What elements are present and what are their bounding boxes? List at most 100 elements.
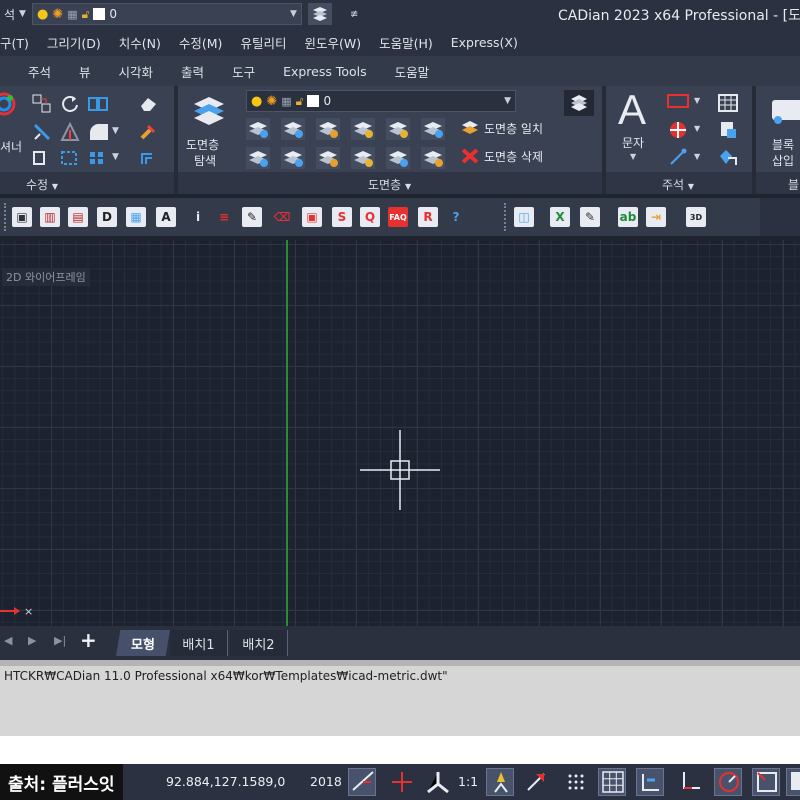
toolbar-grip[interactable] (504, 203, 506, 231)
annotation-scale[interactable]: 1:1 (458, 774, 478, 789)
array-icon[interactable] (60, 150, 80, 166)
purge-icon[interactable]: ⌫ (272, 207, 292, 227)
explode-icon[interactable] (138, 122, 160, 142)
dynamic-input-icon[interactable] (714, 768, 742, 796)
offset-icon[interactable] (138, 150, 158, 166)
layer-delete-button[interactable]: 도면층 삭제 (460, 147, 543, 165)
block-insert-button[interactable]: 블록 삽입 (760, 92, 800, 170)
menu-modify[interactable]: 수정(M) (170, 33, 232, 52)
layer-state-icon[interactable] (246, 147, 270, 169)
grid-toggle-icon[interactable] (598, 768, 626, 796)
panel-label-layer[interactable]: 도면층 ▼ (368, 176, 411, 193)
tab-express-tools[interactable]: Express Tools (269, 64, 381, 79)
coordinates-readout[interactable]: 92.884,127.1589,0 (166, 774, 285, 789)
eraser-icon[interactable] (138, 94, 160, 114)
chevron-down-icon[interactable]: ▼ (694, 124, 700, 133)
scale-icon[interactable] (60, 122, 80, 142)
info-icon[interactable]: i (188, 207, 208, 227)
layer-unisolate-icon[interactable] (281, 147, 305, 169)
osnap-toggle-icon[interactable] (388, 768, 416, 796)
tab-visualize[interactable]: 시각화 (105, 62, 168, 81)
tab-layout1[interactable]: 배치1 (170, 630, 228, 656)
menu-dimension[interactable]: 치수(N) (110, 33, 170, 52)
layer-thaw-icon[interactable] (386, 147, 410, 169)
register-icon[interactable]: R (418, 207, 438, 227)
raster-icon[interactable]: ▦ (126, 207, 146, 227)
plot-icon[interactable]: ▣ (302, 207, 322, 227)
add-layout-icon[interactable]: + (80, 628, 97, 652)
mirror-icon[interactable] (88, 94, 108, 114)
help-icon[interactable]: ? (446, 207, 466, 227)
selection-cycle-icon[interactable] (752, 768, 780, 796)
tab-scroll-right-icon[interactable]: ▶ (28, 634, 36, 647)
field-icon[interactable] (718, 120, 738, 140)
ortho-toggle-icon[interactable] (348, 768, 376, 796)
excel-icon[interactable]: X (550, 207, 570, 227)
toolbar-grip[interactable] (4, 203, 6, 231)
text-button[interactable]: A 문자 ▼ (612, 86, 660, 170)
tab-annotate[interactable]: 주석 (0, 62, 65, 81)
layer-lock-icon[interactable] (351, 118, 375, 140)
viewport-style-label[interactable]: 2D 와이어프레임 (2, 268, 90, 286)
leader-icon[interactable] (668, 148, 688, 166)
menu-help[interactable]: 도움말(H) (370, 33, 442, 52)
markup-icon[interactable] (718, 148, 738, 166)
table-icon[interactable] (718, 94, 738, 112)
grid-array-icon[interactable] (88, 150, 108, 166)
layer-match-button[interactable]: 도면층 일치 (460, 119, 543, 137)
layer-combo[interactable]: ● ✺ ▦ 🔓︎ 0 ▼ (31, 3, 302, 25)
style-icon[interactable]: S (332, 207, 352, 227)
chevron-down-icon[interactable]: ▼ (112, 126, 119, 136)
search-tool-icon[interactable]: Q (360, 207, 380, 227)
abc-icon[interactable]: ab (618, 207, 638, 227)
stretch-icon[interactable] (32, 150, 52, 166)
3d-icon[interactable]: 3D (686, 207, 706, 227)
annotation-visibility-icon[interactable] (486, 768, 514, 796)
layer-unlock-icon[interactable] (351, 147, 375, 169)
move-icon[interactable] (32, 122, 52, 142)
tab-scroll-last-icon[interactable]: ▶| (54, 634, 66, 647)
color-wheel-icon[interactable] (0, 90, 20, 122)
dropdown-arrow-icon[interactable]: ▼ (19, 9, 26, 19)
layer-walk-icon[interactable] (421, 118, 445, 140)
layer-previous-icon[interactable] (246, 118, 270, 140)
panel-label-annotation[interactable]: 주석 ▼ (662, 176, 694, 193)
dwf-underlay-icon[interactable]: D (97, 207, 117, 227)
fillet-icon[interactable] (88, 122, 110, 142)
menu-express[interactable]: Express(X) (442, 35, 527, 50)
menu-window[interactable]: 윈도우(W) (295, 33, 370, 52)
layer-on-icon[interactable] (316, 147, 340, 169)
layer-isolate-icon[interactable] (281, 118, 305, 140)
layer-off-icon[interactable] (316, 118, 340, 140)
rotate-icon[interactable] (60, 94, 80, 114)
express-block-icon[interactable]: ◫ (514, 207, 534, 227)
version-toggle[interactable]: 2018 (310, 774, 342, 789)
layer-explorer-button[interactable]: 도면층 탐색 (182, 92, 236, 170)
ucs-toggle-icon[interactable] (676, 768, 704, 796)
panel-label-block[interactable]: 블 (788, 176, 799, 193)
edit-note-icon[interactable]: ✎ (580, 207, 600, 227)
menu-tools[interactable]: 구(T) (0, 33, 38, 52)
tab-model[interactable]: 모형 (116, 630, 170, 656)
chevron-down-icon[interactable]: ▼ (112, 152, 119, 162)
polar-toggle-icon[interactable] (424, 768, 452, 796)
snap-grid-icon[interactable] (562, 768, 590, 796)
tab-scroll-left-icon[interactable]: ◀ (4, 634, 12, 647)
copy-icon[interactable] (32, 94, 52, 114)
customize-arrow-icon[interactable]: ≢ (350, 9, 358, 20)
menu-utility[interactable]: 유틸리티 (231, 33, 295, 52)
layer-merge-icon[interactable] (421, 147, 445, 169)
layer-stack-icon[interactable] (307, 3, 332, 25)
transparency-icon[interactable] (786, 768, 800, 796)
layer-manager-icon[interactable] (564, 90, 594, 116)
pdf-underlay-icon[interactable]: ▤ (68, 207, 88, 227)
panel-label-modify[interactable]: 수정 ▼ (26, 176, 58, 193)
faq-icon[interactable]: FAQ (388, 207, 408, 227)
layer-tool-icon[interactable]: ≡ (214, 207, 234, 227)
chevron-down-icon[interactable]: ▼ (694, 96, 700, 105)
layout-tool-icon[interactable]: ✎ (242, 207, 262, 227)
chevron-down-icon[interactable]: ▼ (694, 152, 700, 161)
tab-help[interactable]: 도움말 (381, 62, 444, 81)
text-style-icon[interactable]: A (156, 207, 176, 227)
image-attach-icon[interactable]: ▥ (40, 207, 60, 227)
